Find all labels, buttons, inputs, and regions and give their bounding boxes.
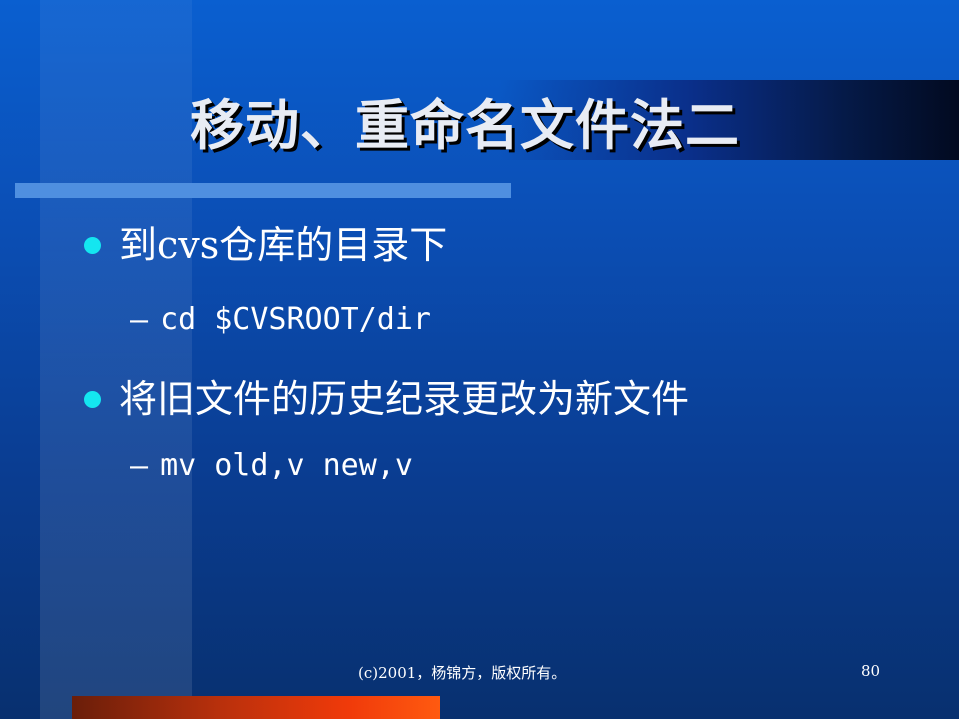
bullet-item-2: 将旧文件的历史纪录更改为新文件 xyxy=(84,376,689,422)
dash-marker: – xyxy=(130,448,149,484)
bullet-item-1: 到cvs仓库的目录下 xyxy=(84,222,447,268)
command-text: cd $CVSROOT/dir xyxy=(160,302,431,337)
bullet-text: 到cvs仓库的目录下 xyxy=(119,223,448,267)
sub-item-2: – mv old,v new,v xyxy=(130,446,413,486)
bullet-dot-icon xyxy=(84,236,101,254)
slide-title: 移动、重命名文件法二 xyxy=(190,93,740,157)
title-accent-bar xyxy=(15,183,511,198)
command-text: mv old,v new,v xyxy=(160,448,413,483)
dash-marker: – xyxy=(130,302,149,338)
sub-item-1: – cd $CVSROOT/dir xyxy=(130,300,431,340)
bullet-dot-icon xyxy=(84,390,101,408)
bullet-text: 将旧文件的历史纪录更改为新文件 xyxy=(119,377,690,421)
footer-copyright: (c)2001，杨锦方，版权所有。 xyxy=(358,664,567,682)
page-number: 80 xyxy=(861,662,881,680)
bottom-accent-bar xyxy=(72,696,440,719)
